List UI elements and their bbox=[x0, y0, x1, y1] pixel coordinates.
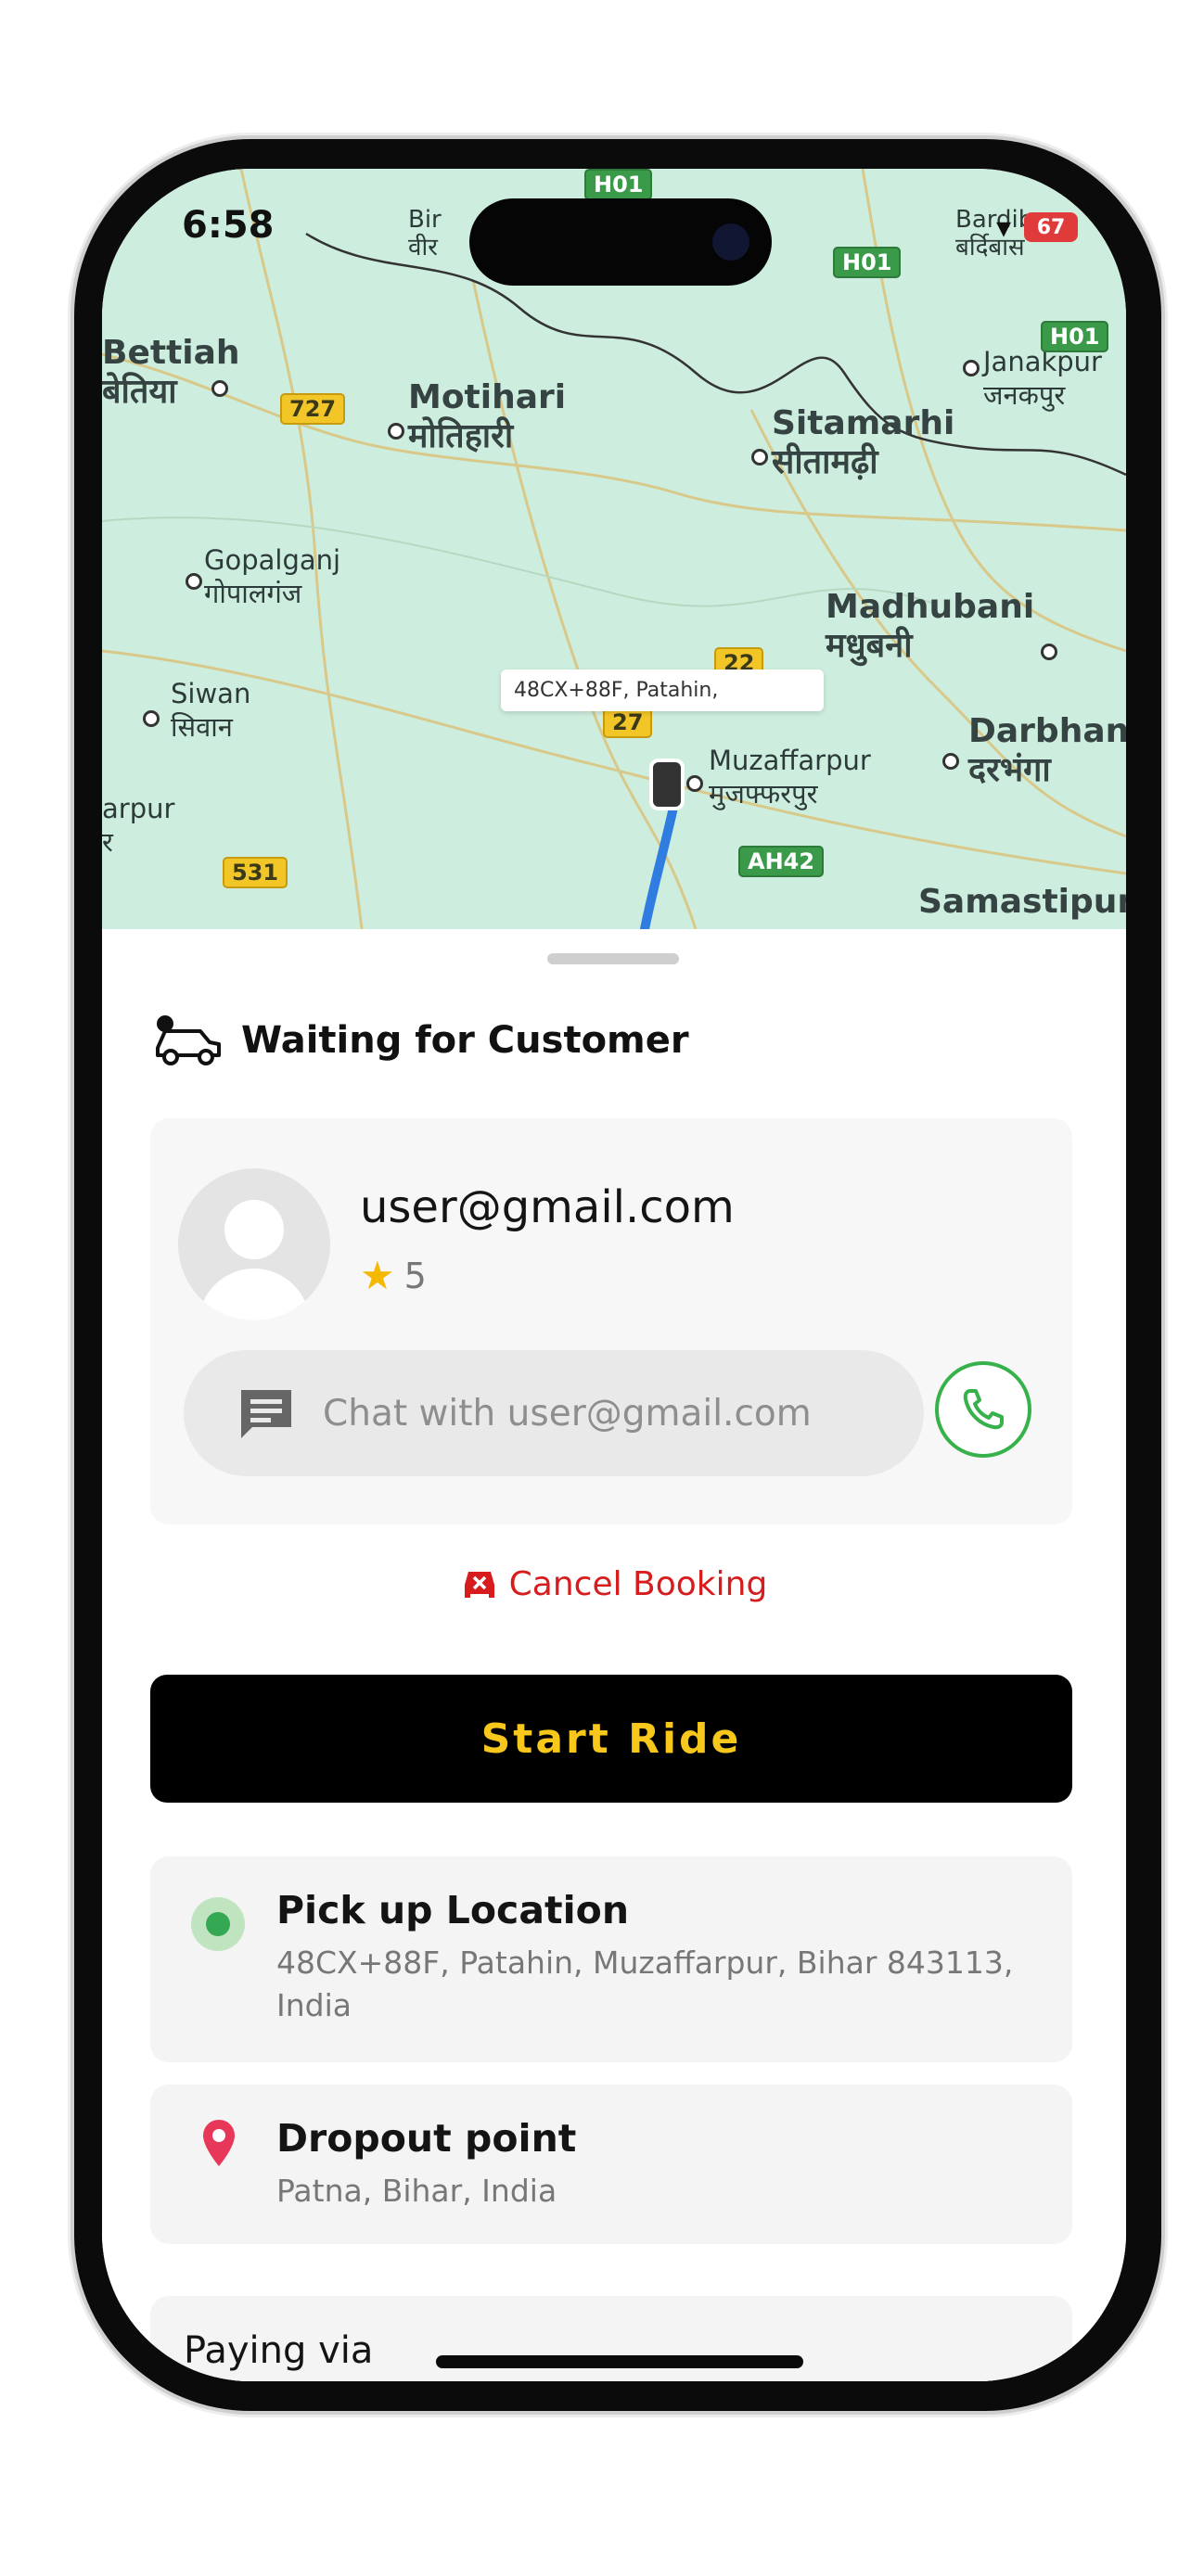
place-dot bbox=[963, 360, 980, 376]
status-icons: ▾ 67 bbox=[996, 210, 1078, 245]
place-janakpur: Janakpur जनकपुर bbox=[983, 346, 1102, 411]
ride-status-header: Waiting for Customer bbox=[150, 1011, 689, 1070]
place-muzaffarpur: Muzaffarpur मुजफ्फरपुर bbox=[709, 745, 871, 810]
cancel-booking-button[interactable]: Cancel Booking bbox=[102, 1565, 1126, 1603]
chat-input[interactable]: Chat with user@gmail.com bbox=[184, 1350, 924, 1476]
ride-status-title: Waiting for Customer bbox=[241, 1019, 689, 1062]
rating-value: 5 bbox=[403, 1256, 427, 1296]
driver-car-marker bbox=[649, 759, 685, 810]
dynamic-island bbox=[469, 198, 772, 286]
highway-shield: AH42 bbox=[738, 846, 825, 877]
highway-shield: 27 bbox=[603, 707, 653, 738]
place-madhubani: Madhubani मधुबनी bbox=[826, 588, 1035, 665]
highway-shield: H01 bbox=[1041, 321, 1109, 352]
customer-email: user@gmail.com bbox=[360, 1181, 735, 1233]
place-bir: Bir वीर bbox=[408, 206, 442, 261]
place-gopalganj: Gopalganj गोपालगंज bbox=[204, 544, 341, 609]
call-button[interactable] bbox=[935, 1361, 1031, 1458]
cancel-booking-label: Cancel Booking bbox=[508, 1565, 768, 1603]
paying-via-label: Paying via bbox=[184, 2329, 374, 2372]
status-time: 6:58 bbox=[182, 204, 275, 247]
pickup-dot-icon bbox=[191, 1897, 245, 1951]
place-dot bbox=[942, 753, 959, 770]
camera-icon bbox=[712, 223, 749, 261]
place-arpur: arpur र bbox=[102, 793, 175, 858]
place-sitamarhi: Sitamarhi सीतामढ़ी bbox=[772, 404, 955, 481]
place-bettiah: Bettiah बेतिया bbox=[102, 334, 240, 411]
location-pin-icon bbox=[203, 2120, 235, 2166]
sheet-drag-handle[interactable] bbox=[547, 953, 679, 964]
wifi-icon: ▾ bbox=[995, 210, 1011, 245]
pickup-address: 48CX+88F, Patahin, Muzaffarpur, Bihar 84… bbox=[276, 1945, 1014, 2023]
car-icon bbox=[156, 1015, 221, 1065]
start-ride-button[interactable]: Start Ride bbox=[150, 1675, 1072, 1803]
pickup-title: Pick up Location bbox=[276, 1888, 630, 1932]
place-dot bbox=[751, 449, 768, 465]
place-dot bbox=[211, 380, 228, 397]
place-dot bbox=[388, 423, 404, 440]
pickup-location-card[interactable]: Pick up Location 48CX+88F, Patahin, Muza… bbox=[150, 1856, 1072, 2062]
chat-placeholder: Chat with user@gmail.com bbox=[323, 1392, 812, 1435]
highway-shield: H01 bbox=[833, 247, 902, 278]
payment-section[interactable]: Paying via bbox=[150, 2296, 1072, 2381]
highway-shield: 531 bbox=[223, 857, 288, 888]
place-dot bbox=[186, 573, 202, 590]
bottom-sheet: Waiting for Customer user@gmail.com ★ 5 … bbox=[102, 929, 1126, 2381]
location-tooltip[interactable]: 48CX+88F, Patahin, bbox=[501, 670, 824, 711]
chat-icon bbox=[241, 1390, 291, 1438]
phone-icon bbox=[963, 1389, 1004, 1430]
place-dot bbox=[1041, 644, 1057, 660]
customer-card: user@gmail.com ★ 5 Chat with user@gmail.… bbox=[150, 1118, 1072, 1524]
dropoff-title: Dropout point bbox=[276, 2116, 577, 2161]
dropoff-address: Patna, Bihar, India bbox=[276, 2173, 557, 2209]
place-siwan: Siwan सिवान bbox=[171, 678, 251, 743]
cancel-car-icon bbox=[464, 1571, 494, 1598]
home-indicator[interactable] bbox=[436, 2355, 803, 2368]
customer-rating: ★ 5 bbox=[360, 1256, 427, 1296]
star-icon: ★ bbox=[360, 1253, 395, 1298]
place-darbhanga: Darbhan दरभंगा bbox=[968, 712, 1126, 789]
map-view[interactable]: Bettiah बेतिया Motihari मोतिहारी Sitamarhi… bbox=[102, 169, 1126, 929]
avatar bbox=[178, 1168, 330, 1320]
place-dot bbox=[143, 710, 160, 727]
dropoff-location-card[interactable]: Dropout point Patna, Bihar, India bbox=[150, 2085, 1072, 2244]
place-dot bbox=[686, 775, 703, 792]
app-screen: Bettiah बेतिया Motihari मोतिहारी Sitamarhi… bbox=[102, 169, 1126, 2381]
highway-shield: H01 bbox=[584, 169, 653, 200]
highway-shield: 727 bbox=[280, 393, 346, 425]
place-samastipur: Samastipur bbox=[918, 883, 1126, 921]
place-motihari: Motihari मोतिहारी bbox=[408, 378, 567, 455]
battery-icon: 67 bbox=[1024, 212, 1078, 242]
